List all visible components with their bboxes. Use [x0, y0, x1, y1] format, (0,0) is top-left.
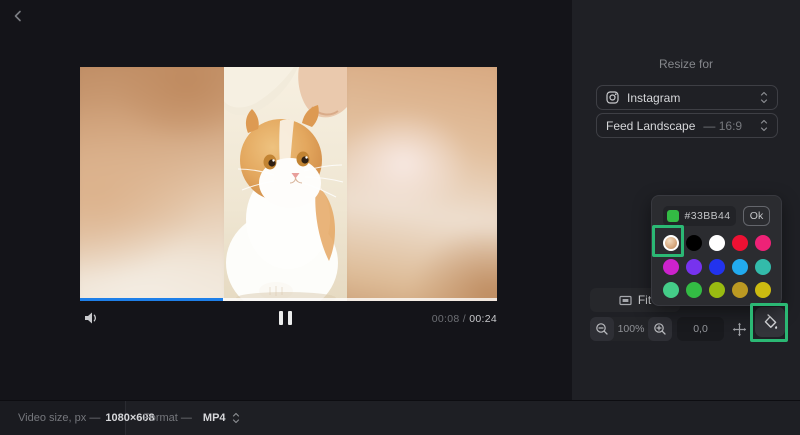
video-preview[interactable]	[80, 67, 497, 301]
instagram-icon	[606, 91, 619, 104]
resize-for-label: Resize for	[658, 57, 714, 71]
color-swatch[interactable]	[755, 282, 771, 298]
chevron-left-icon	[14, 10, 21, 22]
fit-button-label: Fit	[637, 293, 652, 307]
video-size-info: Video size, px — 1080×608	[0, 401, 155, 435]
paint-bucket-icon	[764, 313, 777, 329]
color-swatch[interactable]	[709, 282, 725, 298]
ok-button[interactable]: Ok	[743, 206, 770, 226]
platform-select[interactable]: Instagram	[596, 85, 778, 110]
move-cross-icon	[732, 322, 746, 336]
move-button[interactable]	[727, 317, 751, 341]
zoom-controls: 100%	[590, 317, 672, 341]
zoom-in-button[interactable]	[648, 317, 672, 341]
preset-select[interactable]: Feed Landscape — 16:9	[596, 113, 778, 138]
swatch-grid	[663, 235, 771, 298]
time-display: 00:08 / 00:24	[392, 313, 497, 325]
hex-color-value: #33BB44	[684, 210, 731, 222]
color-swatch[interactable]	[709, 258, 725, 275]
video-resize-app: 00:08 / 00:24 Resize for Instagram Feed …	[0, 0, 800, 435]
preset-select-ratio: — 16:9	[703, 118, 743, 133]
platform-select-value: Instagram	[627, 90, 681, 105]
magnifier-minus-icon	[596, 323, 608, 335]
color-swatch[interactable]	[732, 235, 748, 251]
video-stage: 00:08 / 00:24	[0, 0, 572, 400]
video-content-cat	[224, 67, 347, 301]
color-swatch[interactable]	[663, 282, 679, 298]
color-picker-popup: #33BB44 Ok	[651, 195, 782, 306]
status-bar: Video size, px — 1080×608 Format — MP4 E…	[0, 400, 800, 435]
position-value: 0,0	[693, 323, 708, 335]
settings-panel: Resize for Instagram Feed Landscape — 16…	[572, 0, 800, 400]
frame-icon	[619, 295, 632, 305]
hex-color-input[interactable]: #33BB44	[663, 206, 736, 226]
zoom-out-button[interactable]	[590, 317, 614, 341]
color-swatch[interactable]	[732, 258, 748, 275]
color-swatch[interactable]	[709, 235, 725, 251]
format-select[interactable]: Format — MP4	[143, 401, 240, 435]
pause-button[interactable]	[279, 311, 292, 325]
selected-color-chip	[667, 210, 679, 222]
up-down-chevrons-icon	[232, 412, 239, 424]
up-down-chevrons-icon	[760, 91, 768, 104]
format-label: Format —	[143, 412, 192, 424]
up-down-chevrons-icon	[760, 119, 768, 132]
color-swatch[interactable]	[732, 282, 748, 298]
position-input[interactable]: 0,0	[677, 317, 724, 341]
seek-bar[interactable]	[80, 298, 497, 301]
magnifier-plus-icon	[654, 323, 666, 335]
color-swatch[interactable]	[686, 282, 702, 298]
background-fill-button[interactable]	[755, 307, 785, 337]
zoom-level-value: 100%	[617, 323, 645, 335]
time-separator: /	[459, 313, 470, 325]
color-swatch[interactable]	[663, 258, 679, 275]
color-swatch[interactable]	[755, 235, 771, 251]
format-value: MP4	[202, 412, 226, 424]
color-swatch[interactable]	[686, 258, 702, 275]
preset-select-value: Feed Landscape	[606, 118, 696, 133]
blurred-background-right	[347, 67, 497, 301]
pause-icon	[279, 311, 283, 325]
color-swatch[interactable]	[755, 258, 771, 275]
custom-color-swatch[interactable]	[663, 235, 679, 251]
back-button[interactable]	[8, 6, 28, 26]
total-duration: 00:24	[469, 313, 497, 325]
video-size-label: Video size, px —	[18, 412, 101, 424]
volume-button[interactable]	[82, 309, 100, 327]
blurred-background-left	[80, 67, 224, 301]
progress-fill	[80, 298, 224, 301]
speaker-icon	[85, 312, 97, 324]
color-swatch[interactable]	[686, 235, 702, 251]
current-time: 00:08	[431, 313, 460, 325]
